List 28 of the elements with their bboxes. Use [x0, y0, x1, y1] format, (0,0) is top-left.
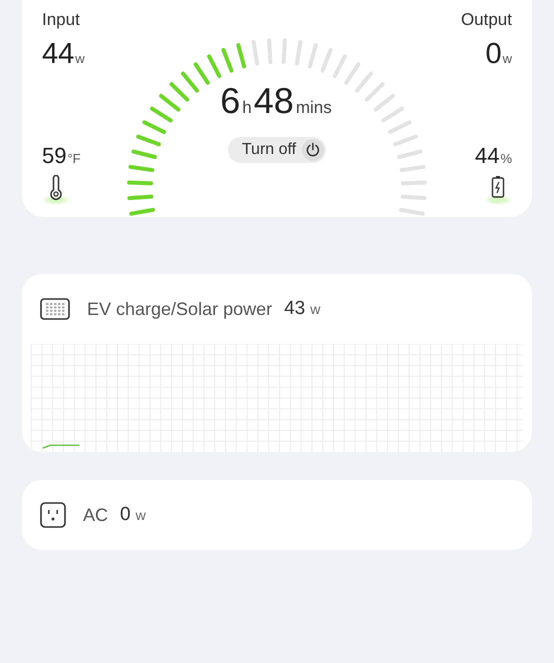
icon-glow	[484, 195, 512, 205]
hours-unit: h	[242, 98, 252, 118]
minutes-value: 48	[254, 80, 294, 122]
output-unit: w	[502, 51, 512, 66]
battery-charging-icon	[491, 175, 505, 199]
power-icon	[305, 142, 322, 158]
output-value: 0	[485, 38, 502, 71]
output-label: Output	[460, 10, 512, 30]
channel-value: 43	[284, 298, 306, 320]
turn-off-button[interactable]: Turn off	[228, 137, 326, 163]
icon-glow	[42, 195, 70, 205]
temperature-value: 59	[42, 143, 66, 169]
hours-value: 6	[220, 80, 240, 122]
input-value: 44	[42, 38, 74, 71]
thermometer-icon	[49, 175, 63, 201]
channel-label: EV charge/Solar power	[87, 298, 272, 320]
input-unit: w	[75, 51, 85, 66]
battery-value: 44	[474, 143, 500, 169]
power-outlet-icon	[40, 502, 66, 528]
input-label: Input	[42, 10, 80, 30]
solar-panel-icon	[40, 298, 70, 320]
channel-label: AC	[83, 504, 108, 526]
temperature-unit: °F	[67, 151, 81, 166]
channel-unit: w	[310, 301, 320, 317]
channel-unit: w	[136, 507, 146, 523]
channel-value: 0	[120, 504, 131, 526]
battery-unit: %	[500, 151, 512, 166]
minutes-unit: mins	[296, 98, 332, 118]
